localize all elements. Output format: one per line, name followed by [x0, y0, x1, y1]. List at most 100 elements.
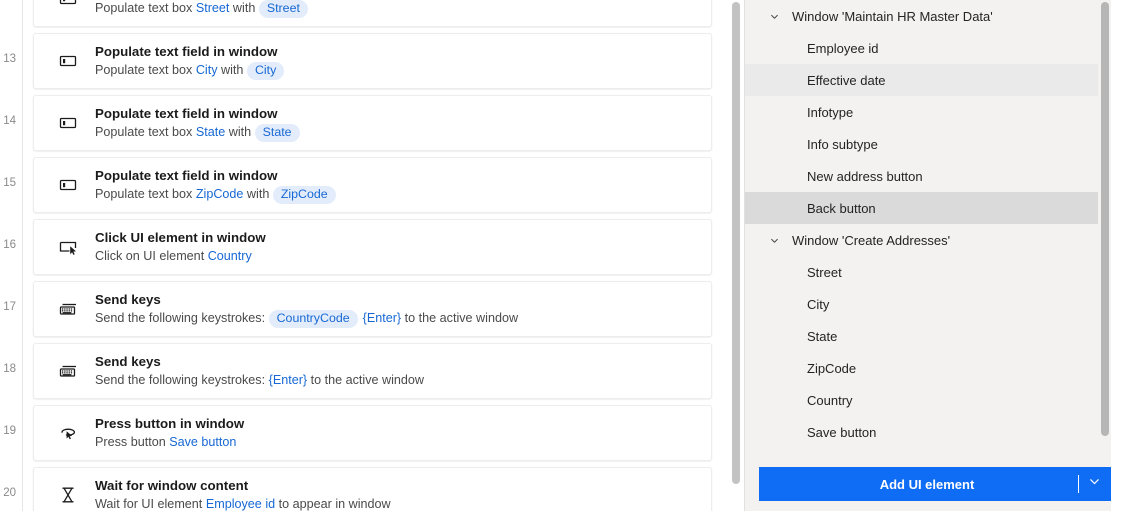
ui-tree-item-row[interactable]: Street [745, 256, 1098, 288]
keyboard-icon [58, 344, 92, 398]
flow-action-card[interactable]: Send keys Send the following keystrokes: … [33, 343, 712, 399]
ui-tree-item-row[interactable]: New address button [745, 160, 1098, 192]
flow-action-card[interactable]: Populate text field in windowPopulate te… [33, 33, 712, 89]
variable-pill[interactable]: ZipCode [272, 185, 336, 204]
action-title: Click UI element in window [95, 230, 266, 245]
ui-tree-item-row[interactable]: ZipCode [745, 352, 1098, 384]
ui-element-link[interactable]: State [196, 125, 225, 139]
chevron-down-icon[interactable] [769, 224, 780, 256]
ui-tree-item-label: Country [807, 392, 853, 408]
chevron-down-icon[interactable] [769, 0, 780, 32]
ui-element-link[interactable]: City [196, 63, 218, 77]
flow-action-row[interactable]: 14 Populate text field in window Populate … [0, 95, 745, 151]
add-ui-element-dropdown-toggle[interactable] [1067, 467, 1111, 501]
description-text: with [229, 0, 259, 15]
ui-element-link[interactable]: Employee id [206, 497, 275, 511]
flow-actions-list[interactable]: 12 Populate text field in window Populate … [0, 0, 745, 511]
description-text: Send the following keystrokes: [95, 310, 269, 325]
description-text: Populate text box [95, 62, 196, 77]
description-text: Populate text box [95, 0, 196, 15]
flow-action-row[interactable]: 16 Click UI element in window Click on UI … [0, 219, 745, 275]
ui-tree-item-row[interactable]: Infotype [745, 96, 1098, 128]
flow-action-card[interactable]: Populate text field in windowPopulate te… [33, 0, 712, 27]
description-text: with [217, 62, 247, 77]
ui-tree-item-label: New address button [807, 168, 923, 184]
ui-element-link[interactable]: ZipCode [196, 187, 244, 201]
action-line-number: 14 [3, 115, 16, 127]
action-text: Press button in window Press button Save … [92, 415, 711, 451]
ui-elements-scrollbar-thumb[interactable] [1101, 2, 1109, 436]
ui-tree-item-row[interactable]: Country [745, 384, 1098, 416]
action-text: Populate text field in window Populate te… [92, 167, 711, 204]
flow-action-card[interactable]: Send keys Send the following keystrokes: … [33, 281, 712, 337]
ui-element-link[interactable]: Country [208, 249, 252, 263]
action-description: Populate text box ZipCode with ZipCode [95, 185, 711, 204]
flow-action-row[interactable]: 12 Populate text field in windowPopulate … [0, 0, 745, 27]
add-ui-element-button[interactable]: Add UI element [759, 467, 1067, 501]
description-text: Press button [95, 435, 170, 449]
ui-elements-panel: Window 'Maintain HR Master Data' Employee… [745, 0, 1125, 511]
description-text: Click on UI element [95, 249, 208, 263]
flow-action-card[interactable]: Click UI element in window Click on UI el… [33, 219, 712, 275]
hourglass-icon [58, 468, 92, 511]
action-text: Populate text field in window Populate te… [92, 105, 711, 142]
variable-pill[interactable]: City [246, 61, 285, 80]
action-line-number: 17 [3, 301, 16, 313]
ui-tree-group-row[interactable]: Window 'Maintain HR Master Data' [745, 0, 1098, 32]
ui-tree-item-row[interactable]: Back button [745, 192, 1098, 224]
ui-element-link[interactable]: Street [196, 1, 230, 15]
action-line-number: 19 [3, 425, 16, 437]
flow-action-card[interactable]: Populate text field in windowPopulate te… [33, 157, 712, 213]
variable-pill[interactable]: State [254, 123, 300, 142]
text-field-icon [58, 0, 92, 26]
ui-tree-item-row[interactable]: Info subtype [745, 128, 1098, 160]
ui-tree-item-label: Save button [807, 424, 877, 440]
ui-tree-item-row[interactable]: Save button [745, 416, 1098, 448]
flow-actions-scrollbar-thumb[interactable] [732, 2, 740, 484]
description-text: to the active window [307, 373, 425, 387]
click-ui-element-icon [58, 220, 92, 274]
flow-action-row[interactable]: 15 Populate text field in window Populate … [0, 157, 745, 213]
action-text: Send keys Send the following keystrokes: … [92, 353, 711, 389]
flow-action-row[interactable]: 13 Populate text field in window Populate … [0, 33, 745, 89]
ui-tree-item-row[interactable]: Employee id [745, 32, 1098, 64]
add-ui-element-split-button[interactable]: Add UI element [759, 467, 1111, 501]
action-description: Send the following keystrokes: CountryCo… [95, 309, 711, 328]
action-line-number: 13 [3, 53, 16, 65]
ui-element-link[interactable]: Save button [169, 435, 236, 449]
action-description: Wait for UI element Employee id to appea… [95, 495, 711, 511]
chevron-down-icon [1088, 475, 1101, 493]
ui-elements-tree[interactable]: Window 'Maintain HR Master Data' Employee… [745, 0, 1125, 459]
variable-pill[interactable]: CountryCode [268, 309, 358, 328]
flow-actions-scrollbar[interactable] [728, 0, 744, 511]
action-title: Send keys [95, 354, 161, 369]
ui-tree-item-label: Info subtype [807, 136, 878, 152]
flow-action-card[interactable]: Populate text field in windowPopulate te… [33, 95, 712, 151]
flow-action-card[interactable]: Wait for window content Wait for UI eleme… [33, 467, 712, 511]
flow-action-row[interactable]: 19 Press button in window Press button Sav… [0, 405, 745, 461]
keystroke-link[interactable]: {Enter} [363, 311, 402, 325]
ui-tree-group-row[interactable]: Window 'Create Addresses' [745, 224, 1098, 256]
ui-element-link[interactable]: {Enter} [269, 373, 308, 387]
flow-action-card[interactable]: Press button in window Press button Save … [33, 405, 712, 461]
ui-elements-scrollbar[interactable] [1099, 0, 1111, 459]
flow-action-row[interactable]: 17 Send keys Send the following keystrokes… [0, 281, 745, 337]
action-line-number: 18 [3, 363, 16, 375]
action-text: Populate text field in window Populate te… [92, 43, 711, 80]
ui-tree-item-row[interactable]: City [745, 288, 1098, 320]
action-line-number: 15 [3, 177, 16, 189]
ui-tree-item-row[interactable]: Effective date [745, 64, 1098, 96]
flow-action-row[interactable]: 18 Send keys Send the following keystrokes… [0, 343, 745, 399]
description-text: with [243, 186, 273, 201]
ui-tree-item-label: Street [807, 264, 842, 280]
flow-action-row[interactable]: 20 Wait for window content Wait for UI ele… [0, 467, 745, 511]
ui-tree-item-label: Window 'Create Addresses' [792, 232, 951, 248]
keyboard-icon [58, 282, 92, 336]
text-field-icon [58, 158, 92, 212]
action-title: Press button in window [95, 416, 245, 431]
action-description: Populate text box State with State [95, 123, 711, 142]
text-field-icon [58, 96, 92, 150]
description-text: with [225, 124, 255, 139]
variable-pill[interactable]: Street [258, 0, 308, 18]
ui-tree-item-row[interactable]: State [745, 320, 1098, 352]
